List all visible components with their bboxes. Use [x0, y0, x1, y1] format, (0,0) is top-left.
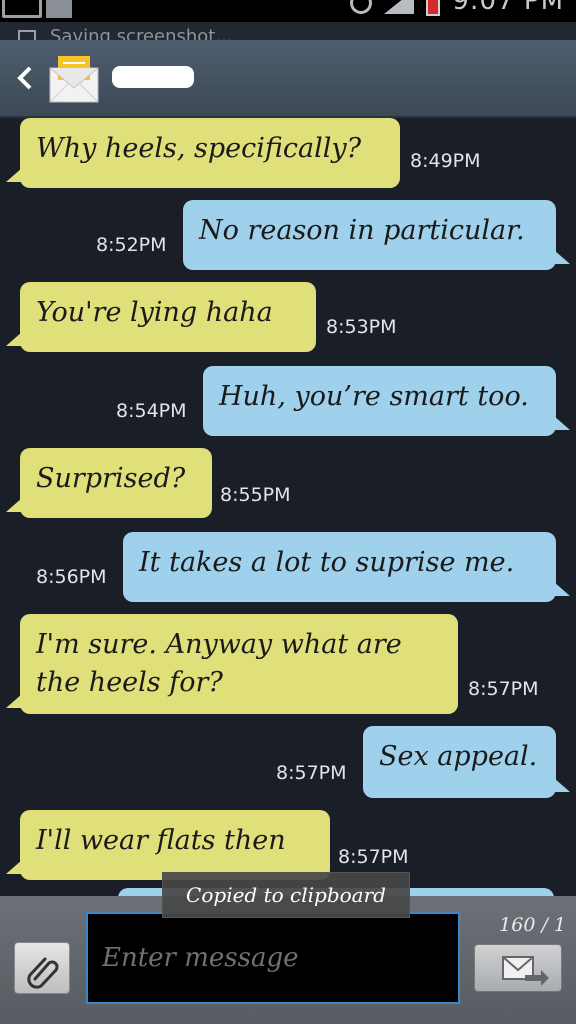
clipboard-toast: Copied to clipboard — [162, 872, 410, 918]
message-time: 8:56PM — [36, 566, 107, 588]
paperclip-icon — [27, 957, 59, 989]
message-time: 8:52PM — [96, 234, 167, 256]
character-counter: 160 / 1 — [499, 914, 566, 936]
message-list[interactable]: Why heels, specifically? 8:49PM 8:52PM N… — [0, 116, 576, 896]
message-time: 8:55PM — [220, 484, 291, 506]
notification-text: Saving screenshot... — [50, 26, 233, 41]
alarm-icon — [350, 0, 373, 14]
message-bubble[interactable]: It takes a lot to suprise me. — [123, 532, 570, 602]
signal-icon — [384, 0, 415, 14]
notification-strip: Saving screenshot... — [0, 22, 576, 40]
message-input[interactable] — [86, 912, 460, 1004]
attach-button[interactable] — [14, 942, 70, 994]
status-time: 9:07 PM — [452, 0, 564, 16]
back-button[interactable] — [8, 58, 40, 98]
message-time: 8:49PM — [410, 150, 481, 172]
send-message-icon — [502, 956, 549, 986]
message-bubble[interactable]: Sex appeal. — [363, 726, 570, 798]
message-time: 8:57PM — [468, 678, 539, 700]
send-button[interactable] — [474, 944, 562, 992]
message-bubble[interactable]: Huh, you’re smart too. — [203, 366, 570, 436]
notification-thumbnail-icon — [46, 0, 72, 18]
message-bubble[interactable]: Why heels, specifically? — [6, 118, 400, 188]
status-bar: 9:07 PM — [0, 0, 576, 22]
envelope-icon — [49, 56, 99, 103]
message-bubble[interactable]: You're lying haha — [6, 282, 316, 352]
message-time: 8:57PM — [276, 762, 347, 784]
conversation-header: redacted — [0, 40, 576, 118]
message-bubble[interactable]: I'll wear flats then — [6, 810, 330, 880]
message-time: 8:53PM — [326, 316, 397, 338]
back-chevron-icon — [17, 66, 32, 90]
contact-name[interactable]: redacted — [112, 66, 194, 88]
message-bubble[interactable]: I'm sure. Anyway what are the heels for? — [6, 614, 458, 714]
battery-low-icon — [426, 0, 441, 16]
message-bubble[interactable]: Surprised? — [6, 448, 212, 518]
screenshot-icon — [18, 30, 36, 40]
message-time: 8:57PM — [338, 846, 409, 868]
gallery-icon — [2, 0, 42, 18]
message-time: 8:54PM — [116, 400, 187, 422]
message-bubble[interactable]: No reason in particular. — [183, 200, 570, 270]
